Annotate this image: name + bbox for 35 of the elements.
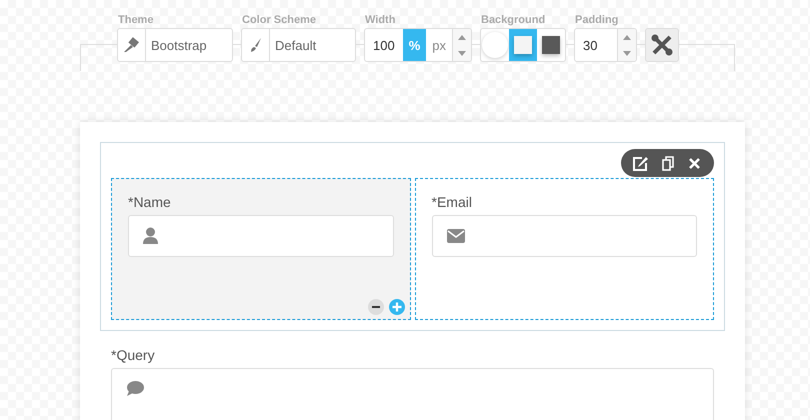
field-label: Width xyxy=(364,14,396,28)
field-label: *Name xyxy=(128,194,172,210)
down-arrow-icon[interactable] xyxy=(623,50,631,56)
form-column[interactable]: *Name xyxy=(111,178,410,320)
plus-icon[interactable] xyxy=(388,299,404,315)
form-column[interactable]: *Email xyxy=(414,178,714,320)
field-label: Theme xyxy=(117,14,154,28)
input-field[interactable] xyxy=(128,215,394,257)
field-label: *Email xyxy=(432,194,473,210)
envelope-icon xyxy=(446,229,464,243)
close-icon[interactable] xyxy=(689,158,700,168)
up-arrow-icon[interactable] xyxy=(623,34,631,40)
unit-toggle[interactable]: px xyxy=(426,29,452,61)
field-label: Background xyxy=(480,14,546,28)
copy-icon[interactable] xyxy=(662,156,675,170)
edit-icon[interactable] xyxy=(633,156,648,170)
background-option[interactable] xyxy=(509,29,537,61)
down-arrow-icon[interactable] xyxy=(458,50,466,56)
color-scheme-select[interactable]: Default xyxy=(241,28,356,62)
theme-select[interactable]: Bootstrap xyxy=(117,28,233,62)
minus-icon[interactable] xyxy=(368,299,384,315)
paint-brush-icon xyxy=(122,37,140,53)
field-label: Color Scheme xyxy=(241,14,317,28)
tools-icon xyxy=(651,34,673,56)
input-field[interactable] xyxy=(432,215,697,257)
user-icon xyxy=(143,227,158,245)
padding-field[interactable]: 30 xyxy=(574,28,637,62)
up-arrow-icon[interactable] xyxy=(458,34,466,40)
field-label: *Query xyxy=(111,347,156,363)
width-field[interactable]: 100 % px xyxy=(364,28,472,62)
speech-bubble-icon xyxy=(126,381,144,396)
field-label: Padding xyxy=(574,14,620,28)
tools-button[interactable] xyxy=(645,28,679,62)
background-picker[interactable] xyxy=(480,28,566,62)
brush-icon xyxy=(250,38,262,52)
